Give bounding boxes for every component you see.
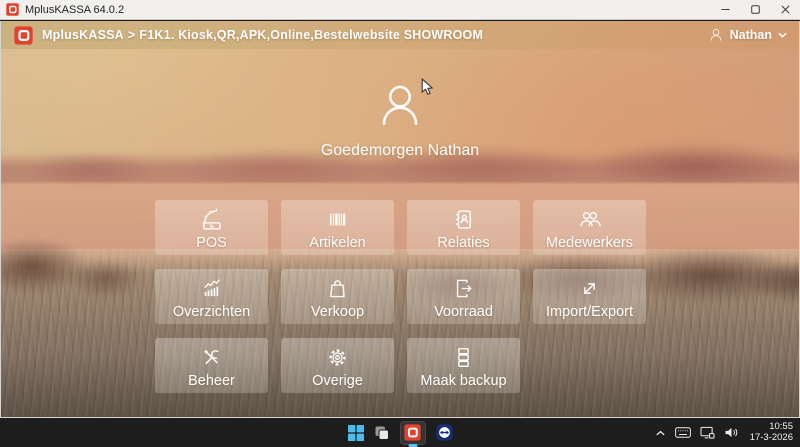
tile-verkoop[interactable]: Verkoop <box>281 269 394 324</box>
mpluskassa-logo-icon <box>404 424 421 441</box>
maximize-icon <box>751 5 760 14</box>
breadcrumb-app-name: MplusKASSA <box>42 28 124 42</box>
user-name: Nathan <box>730 28 772 42</box>
shopping-bag-icon <box>324 275 351 302</box>
tile-voorraad[interactable]: Voorraad <box>407 269 520 324</box>
start-button[interactable] <box>348 425 364 441</box>
minimize-icon <box>721 5 730 14</box>
taskbar-center <box>348 421 453 445</box>
tile-maak-backup[interactable]: Maak backup <box>407 338 520 393</box>
mouse-cursor <box>421 78 434 97</box>
close-button[interactable] <box>770 0 800 19</box>
app-window: MplusKASSA 64.0.2 MplusKASSA >F1K1. Kiosk… <box>0 0 800 447</box>
tile-label: POS <box>196 235 227 251</box>
stock-out-icon <box>450 275 477 302</box>
touch-keyboard-icon[interactable] <box>675 427 691 438</box>
cash-register-icon <box>198 206 225 233</box>
taskbar-mpluskassa-button[interactable] <box>400 421 426 445</box>
taskbar-clock[interactable]: 10:55 17-3-2026 <box>750 422 793 443</box>
tile-overzichten[interactable]: Overzichten <box>155 269 268 324</box>
tile-overige[interactable]: Overige <box>281 338 394 393</box>
breadcrumb: MplusKASSA >F1K1. Kiosk,QR,APK,Online,Bes… <box>42 28 708 42</box>
barcode-icon <box>324 206 351 233</box>
volume-icon[interactable] <box>724 427 739 438</box>
tile-label: Verkoop <box>311 304 364 320</box>
network-icon[interactable] <box>700 426 715 439</box>
taskbar: 10:55 17-3-2026 <box>0 418 800 447</box>
main-area: MplusKASSA >F1K1. Kiosk,QR,APK,Online,Bes… <box>0 21 800 418</box>
hidden-icons-chevron[interactable] <box>655 429 666 437</box>
gear-icon <box>324 344 351 371</box>
mpluskassa-logo-icon <box>6 3 19 16</box>
close-icon <box>781 5 790 14</box>
tile-label: Relaties <box>437 235 489 251</box>
tile-artikelen[interactable]: Artikelen <box>281 200 394 255</box>
tile-grid: POS Artikelen Relaties Medewerkers Overz… <box>155 200 646 393</box>
system-tray: 10:55 17-3-2026 <box>655 418 793 447</box>
task-view-button[interactable] <box>374 425 390 441</box>
clock-date: 17-3-2026 <box>750 433 793 444</box>
chevron-down-icon <box>778 32 787 38</box>
tile-import-export[interactable]: Import/Export <box>533 269 646 324</box>
teamviewer-button[interactable] <box>436 424 453 441</box>
database-icon <box>450 344 477 371</box>
header-bar: MplusKASSA >F1K1. Kiosk,QR,APK,Online,Bes… <box>1 21 799 49</box>
tile-beheer[interactable]: Beheer <box>155 338 268 393</box>
tile-label: Import/Export <box>546 304 633 320</box>
tile-medewerkers[interactable]: Medewerkers <box>533 200 646 255</box>
maximize-button[interactable] <box>740 0 770 19</box>
tile-pos[interactable]: POS <box>155 200 268 255</box>
window-titlebar: MplusKASSA 64.0.2 <box>0 0 800 20</box>
breadcrumb-location: F1K1. Kiosk,QR,APK,Online,Bestelwebsite … <box>139 28 483 42</box>
greeting-block: Goedemorgen Nathan <box>1 79 799 160</box>
clock-time: 10:55 <box>769 422 793 433</box>
address-book-icon <box>450 206 477 233</box>
tile-label: Artikelen <box>309 235 365 251</box>
user-menu[interactable]: Nathan <box>708 27 787 43</box>
tile-label: Overzichten <box>173 304 250 320</box>
tile-relaties[interactable]: Relaties <box>407 200 520 255</box>
import-export-icon <box>576 275 603 302</box>
greeting-text: Goedemorgen Nathan <box>321 142 479 160</box>
bar-chart-icon <box>198 275 225 302</box>
tools-icon <box>198 344 225 371</box>
mpluskassa-logo-icon <box>14 26 33 45</box>
avatar-icon <box>373 79 427 133</box>
tile-label: Overige <box>312 373 363 389</box>
tile-label: Medewerkers <box>546 235 633 251</box>
breadcrumb-separator: > <box>128 28 136 42</box>
tile-label: Voorraad <box>434 304 493 320</box>
people-icon <box>576 206 603 233</box>
user-icon <box>708 27 724 43</box>
minimize-button[interactable] <box>710 0 740 19</box>
window-title: MplusKASSA 64.0.2 <box>25 4 710 16</box>
tile-label: Maak backup <box>420 373 506 389</box>
tile-label: Beheer <box>188 373 235 389</box>
